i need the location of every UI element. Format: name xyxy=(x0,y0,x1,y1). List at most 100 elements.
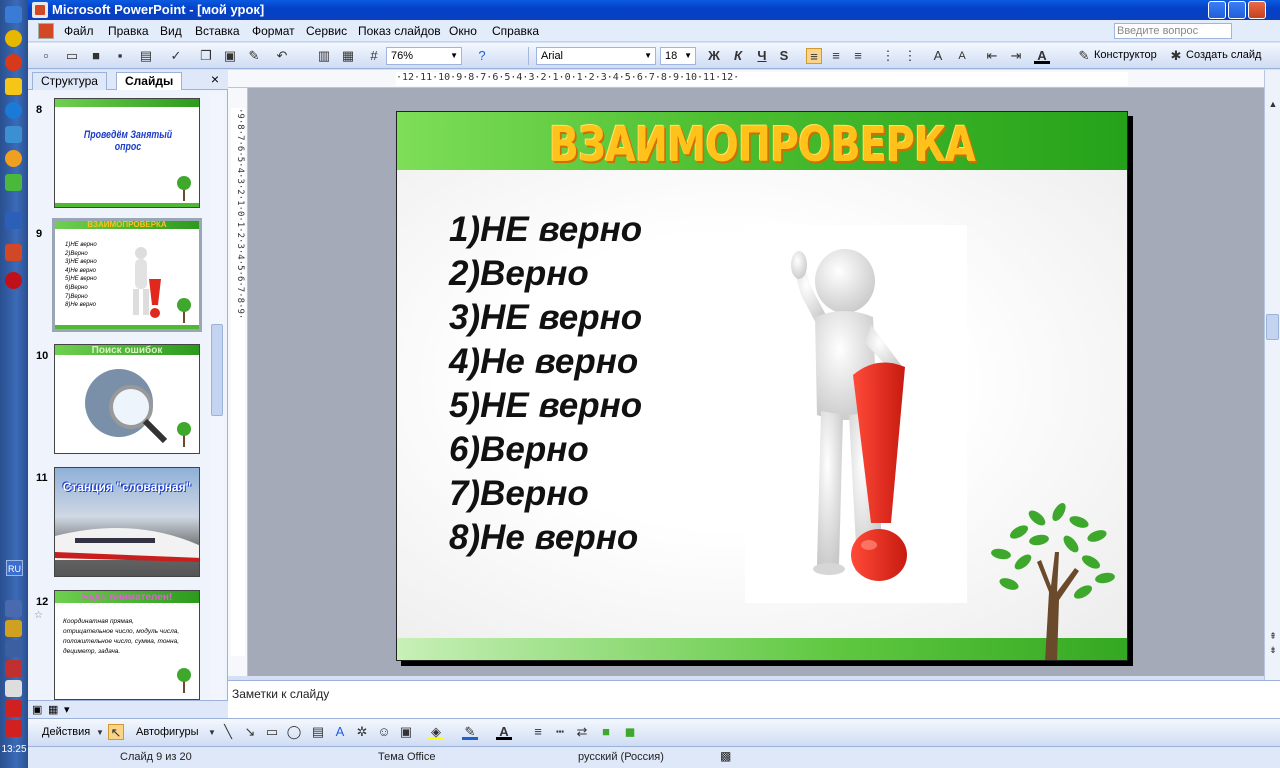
new-slide-button[interactable]: Создать слайд xyxy=(1186,49,1261,61)
oval-icon[interactable]: ◯ xyxy=(286,724,302,740)
diagram-icon[interactable]: ✲ xyxy=(354,724,370,740)
wordart-icon[interactable]: A xyxy=(332,724,348,740)
underline-button[interactable]: Ч xyxy=(754,48,770,64)
rectangle-icon[interactable]: ▭ xyxy=(264,724,280,740)
dash-style-icon[interactable]: ┅ xyxy=(552,724,568,740)
copy-icon[interactable]: ❐ xyxy=(198,48,214,64)
new-icon[interactable]: ▫ xyxy=(38,48,54,64)
decrease-indent-icon[interactable]: ⇤ xyxy=(984,48,1000,64)
italic-button[interactable]: К xyxy=(730,48,746,64)
answers-list[interactable]: 1)НЕ верно 2)Верно 3)НЕ верно 4)Не верно… xyxy=(449,208,642,560)
next-slide-icon[interactable]: ⇟ xyxy=(1267,644,1279,656)
menu-tools[interactable]: Сервис xyxy=(306,24,347,38)
close-icon[interactable]: × xyxy=(208,72,222,86)
close-button[interactable] xyxy=(1248,1,1266,19)
line-icon[interactable]: ╲ xyxy=(220,724,236,740)
menu-window[interactable]: Окно xyxy=(449,24,477,38)
powerpoint-icon[interactable] xyxy=(5,244,22,261)
scroll-thumb[interactable] xyxy=(211,324,223,416)
app-icon[interactable] xyxy=(5,150,22,167)
fill-color-icon[interactable]: ◈ xyxy=(428,724,444,740)
zoom-select[interactable]: 76% ▼ xyxy=(386,47,462,65)
open-icon[interactable]: ▭ xyxy=(64,48,80,64)
grid-icon[interactable]: # xyxy=(366,48,382,64)
word-icon[interactable] xyxy=(5,212,22,229)
undo-icon[interactable]: ↶ xyxy=(274,48,290,64)
bullets-icon[interactable]: ⋮ xyxy=(902,48,918,64)
spelling-icon[interactable]: ✓ xyxy=(168,48,184,64)
increase-indent-icon[interactable]: ⇥ xyxy=(1008,48,1024,64)
line-style-icon[interactable]: ≡ xyxy=(530,724,546,740)
ask-question-field[interactable]: Введите вопрос xyxy=(1114,23,1232,39)
tray-icon[interactable] xyxy=(5,680,22,697)
numbering-icon[interactable]: ⋮ xyxy=(880,48,896,64)
designer-icon[interactable]: ✎ xyxy=(1076,48,1092,64)
align-right-icon[interactable]: ≡ xyxy=(850,48,866,64)
textbox-icon[interactable]: ▤ xyxy=(310,724,326,740)
align-center-icon[interactable]: ≡ xyxy=(828,48,844,64)
tray-icon[interactable] xyxy=(5,660,22,677)
picture-icon[interactable]: ▣ xyxy=(398,724,414,740)
autoshapes-menu[interactable]: Автофигуры xyxy=(136,726,199,738)
notes-pane[interactable]: Заметки к слайду xyxy=(228,680,1280,718)
align-left-icon[interactable]: ≡ xyxy=(806,48,822,64)
figure-with-exclamation-image[interactable] xyxy=(745,225,967,603)
slides-scrollbar[interactable] xyxy=(210,94,224,700)
slide-thumbnail-10[interactable]: Поиск ошибок xyxy=(54,344,200,454)
tray-icon[interactable] xyxy=(5,720,22,737)
current-slide[interactable]: ВЗАИМОПРОВЕРКА 1)НЕ верно 2)Верно 3)НЕ в… xyxy=(396,111,1128,661)
menu-insert[interactable]: Вставка xyxy=(195,24,240,38)
slide-thumbnail-9[interactable]: ВЗАИМОПРОВЕРКА 1)НЕ верно 2)Верно 3)НЕ в… xyxy=(52,218,202,332)
tab-slides[interactable]: Слайды xyxy=(116,72,183,90)
help-icon[interactable]: ? xyxy=(474,48,490,64)
clipart-icon[interactable]: ☺ xyxy=(376,724,392,740)
shadow-button[interactable]: S xyxy=(776,48,792,64)
dropdown-arrow-icon[interactable]: ▼ xyxy=(92,725,108,741)
menu-format[interactable]: Формат xyxy=(252,24,295,38)
slideshow-view-icon[interactable]: ▾ xyxy=(64,703,70,716)
menu-view[interactable]: Вид xyxy=(160,24,182,38)
app-icon[interactable] xyxy=(5,30,22,47)
designer-button[interactable]: Конструктор xyxy=(1094,49,1157,61)
vertical-scrollbar[interactable]: ▲ ⇞ ⇟ xyxy=(1264,70,1280,680)
new-slide-icon[interactable]: ✱ xyxy=(1168,48,1184,64)
menu-file[interactable]: Файл xyxy=(64,24,94,38)
language-indicator[interactable]: RU xyxy=(6,560,23,576)
font-color-icon[interactable]: A xyxy=(496,724,512,740)
select-cursor-icon[interactable]: ↖ xyxy=(108,724,124,740)
shrink-font-icon[interactable]: A xyxy=(954,48,970,64)
normal-view-icon[interactable]: ▣ xyxy=(32,703,42,716)
format-painter-icon[interactable]: ✎ xyxy=(246,48,262,64)
scroll-thumb[interactable] xyxy=(1266,314,1279,340)
slide-thumbnail-12[interactable]: Будь внимателен! Координатная прямая, от… xyxy=(54,590,200,700)
prev-slide-icon[interactable]: ⇞ xyxy=(1267,630,1279,642)
monitor-icon[interactable] xyxy=(5,126,22,143)
spelling-status-icon[interactable]: ▩ xyxy=(720,749,731,763)
permission-icon[interactable]: ▪ xyxy=(112,48,128,64)
arrow-style-icon[interactable]: ⇄ xyxy=(574,724,590,740)
powerpoint-app-icon[interactable] xyxy=(32,2,48,18)
actions-menu[interactable]: Действия xyxy=(42,726,90,738)
save-icon[interactable]: ■ xyxy=(88,48,104,64)
menu-edit[interactable]: Правка xyxy=(108,24,149,38)
line-color-icon[interactable]: ✎ xyxy=(462,724,478,740)
scroll-up-icon[interactable]: ▲ xyxy=(1267,98,1279,110)
app-icon[interactable] xyxy=(5,78,22,95)
maximize-button[interactable] xyxy=(1228,1,1246,19)
chart-icon[interactable]: ▥ xyxy=(316,48,332,64)
dropdown-arrow-icon[interactable]: ▼ xyxy=(204,725,220,741)
browser-icon[interactable] xyxy=(5,54,22,71)
menu-help[interactable]: Справка xyxy=(492,24,539,38)
minimize-button[interactable] xyxy=(1208,1,1226,19)
font-select[interactable]: Arial ▼ xyxy=(536,47,656,65)
desktop-icon[interactable] xyxy=(5,6,22,23)
font-size-select[interactable]: 18 ▼ xyxy=(660,47,696,65)
document-icon[interactable] xyxy=(38,23,54,39)
slide-title[interactable]: ВЗАИМОПРОВЕРКА xyxy=(463,112,1062,173)
tray-icon[interactable] xyxy=(5,700,22,717)
grow-font-icon[interactable]: A xyxy=(930,48,946,64)
opera-icon[interactable] xyxy=(5,272,22,289)
sorter-view-icon[interactable]: ▦ xyxy=(48,703,58,716)
slide-thumbnail-8[interactable]: Проведём Занятый опрос xyxy=(54,98,200,208)
slide-thumbnail-11[interactable]: Станция "словарная" xyxy=(54,467,200,577)
